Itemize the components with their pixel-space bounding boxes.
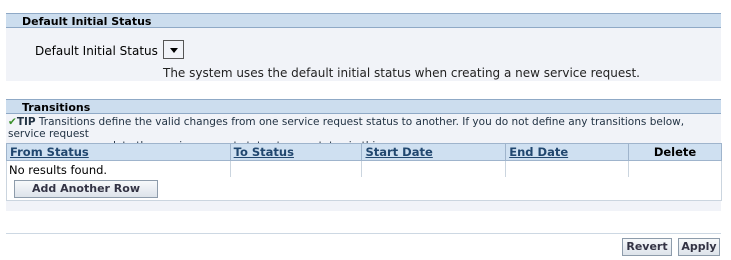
- column-end-date[interactable]: End Date: [505, 143, 630, 161]
- add-another-row-button[interactable]: Add Another Row: [14, 180, 158, 198]
- table-cell: [229, 160, 363, 179]
- transitions-table: From Status To Status Start Date End Dat…: [6, 143, 722, 179]
- footer-separator: [6, 233, 721, 234]
- column-start-date[interactable]: Start Date: [361, 143, 507, 161]
- column-to-status[interactable]: To Status: [229, 143, 363, 161]
- column-from-status[interactable]: From Status: [6, 143, 231, 161]
- sort-link-to-status[interactable]: To Status: [234, 145, 294, 159]
- default-status-description: The system uses the default initial stat…: [163, 66, 640, 80]
- revert-button[interactable]: Revert: [622, 238, 672, 256]
- table-row: No results found.: [6, 160, 722, 179]
- checkmark-icon: ✔: [8, 116, 17, 128]
- sort-link-end-date[interactable]: End Date: [509, 145, 568, 159]
- column-delete: Delete: [628, 143, 722, 161]
- section-title: Default Initial Status: [22, 15, 152, 28]
- no-results-message: No results found.: [6, 160, 231, 179]
- table-header-row: From Status To Status Start Date End Dat…: [6, 143, 722, 161]
- table-cell: [628, 160, 722, 179]
- sort-link-start-date[interactable]: Start Date: [365, 145, 432, 159]
- default-initial-status-select[interactable]: [163, 40, 184, 59]
- tip-text-line1: Transitions define the valid changes fro…: [8, 116, 685, 140]
- tip-label: TIP: [16, 116, 36, 128]
- apply-button[interactable]: Apply: [678, 238, 720, 256]
- default-initial-status-label: Default Initial Status: [35, 44, 158, 58]
- section-header-default-initial-status: Default Initial Status: [6, 13, 721, 28]
- table-cell: [505, 160, 630, 179]
- section-header-transitions: Transitions: [6, 99, 721, 114]
- sort-link-from-status[interactable]: From Status: [10, 145, 89, 159]
- section-title: Transitions: [22, 101, 91, 114]
- chevron-down-icon: [170, 48, 178, 53]
- table-cell: [361, 160, 507, 179]
